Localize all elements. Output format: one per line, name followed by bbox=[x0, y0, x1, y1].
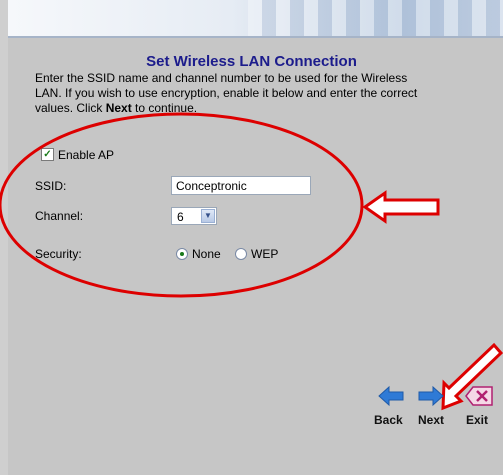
annotation-arrow-left bbox=[362, 190, 440, 224]
annotation-ellipse bbox=[0, 112, 364, 298]
exit-button[interactable]: Exit bbox=[466, 413, 488, 427]
next-button[interactable]: Next bbox=[418, 413, 444, 427]
left-arrow-icon[interactable] bbox=[378, 384, 404, 408]
back-button[interactable]: Back bbox=[374, 413, 403, 427]
right-arrow-icon[interactable] bbox=[418, 384, 444, 408]
exit-x-icon[interactable] bbox=[464, 384, 494, 408]
